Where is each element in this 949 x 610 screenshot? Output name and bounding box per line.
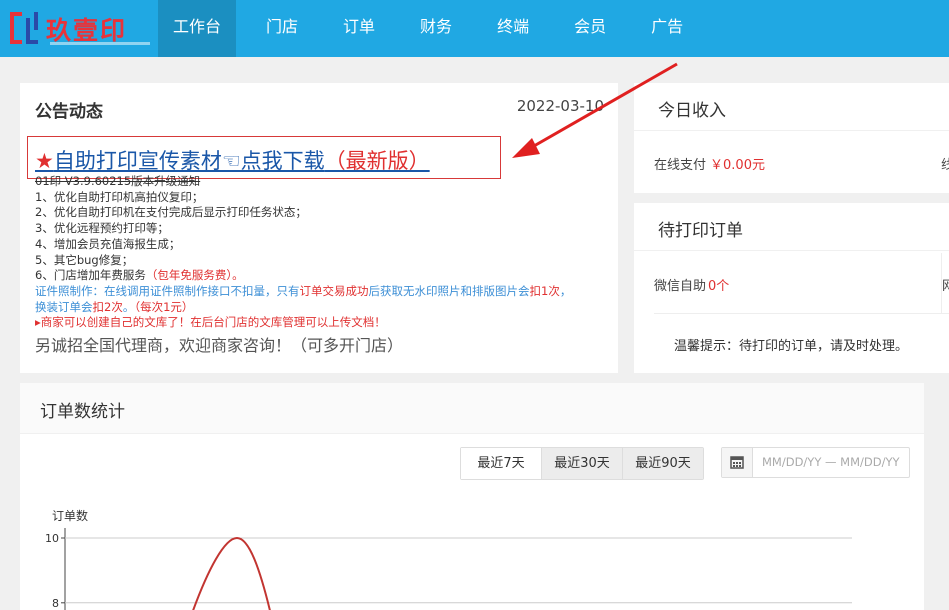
offline-payment-label-clipped: 线 bbox=[941, 158, 949, 173]
top-nav-bar: 玖壹印 工作台 门店 订单 财务 终端 会员 广告 bbox=[0, 0, 949, 57]
list-item: 2、优化自助打印机在支付完成后显示打印任务状态； bbox=[35, 205, 307, 220]
nav-item-members[interactable]: 会员 bbox=[559, 0, 621, 57]
id-photo-text: 。 bbox=[122, 299, 135, 314]
id-photo-notice: 换装订单会扣2次。（每次1元） bbox=[35, 300, 571, 316]
list-item: 1、优化自助打印机高拍仪复印； bbox=[35, 189, 204, 204]
brand-logo[interactable]: 玖壹印 bbox=[8, 9, 160, 49]
agent-recruit-text: 另诚招全国代理商，欢迎商家咨询！（可多开门店） bbox=[35, 336, 404, 355]
download-link-text: 自助打印宣传素材☜点我下载 bbox=[53, 149, 325, 173]
nav-item-terminals[interactable]: 终端 bbox=[482, 0, 544, 57]
version-notice: 01印 V3.9.60215版本升级通知 bbox=[35, 174, 201, 188]
latest-version-label: （最新版） bbox=[324, 149, 430, 173]
announcement-title: 公告动态 bbox=[35, 102, 103, 122]
list-item-text: 6、门店增加年费服务 bbox=[35, 268, 146, 283]
wechat-self-service-row[interactable]: 微信自助 0个 bbox=[654, 275, 729, 294]
today-income-card: 今日收入 在线支付 ￥0.00元 线 bbox=[634, 83, 949, 193]
nav-item-finance[interactable]: 财务 bbox=[405, 0, 467, 57]
pending-tip: 温馨提示：待打印的订单，请及时处理。 bbox=[674, 339, 909, 354]
divider bbox=[654, 313, 949, 314]
nav-item-ads[interactable]: 广告 bbox=[636, 0, 698, 57]
pending-title: 待打印订单 bbox=[658, 221, 743, 241]
date-range-picker[interactable]: MM/DD/YY — MM/DD/YY bbox=[721, 447, 910, 478]
series-line bbox=[192, 536, 271, 610]
list-item: 3、优化远程预约打印等； bbox=[35, 221, 169, 236]
id-photo-highlight: （每次1元） bbox=[134, 299, 194, 314]
logo-icon bbox=[10, 12, 38, 44]
y-tick-label: 10 bbox=[45, 532, 59, 545]
id-photo-highlight: 扣1次 bbox=[529, 283, 560, 298]
id-photo-text: 换装订单会 bbox=[35, 299, 93, 314]
income-title: 今日收入 bbox=[658, 101, 726, 121]
y-tick-label: 8 bbox=[52, 597, 59, 610]
wechat-self-service-label: 微信自助 bbox=[654, 279, 707, 294]
range-button-group: 最近7天 最近30天 最近90天 bbox=[460, 447, 704, 480]
online-payment-amount: ￥0.00元 bbox=[710, 158, 765, 173]
stats-header: 订单数统计 bbox=[20, 383, 924, 434]
pending-print-card: 待打印订单 微信自助 0个 网 温馨提示：待打印的订单，请及时处理。 bbox=[634, 203, 949, 373]
calendar-icon[interactable] bbox=[722, 448, 753, 477]
list-item: 6、门店增加年费服务（包年免服务费）。 bbox=[35, 268, 571, 284]
main-nav: 工作台 门店 订单 财务 终端 会员 广告 bbox=[158, 0, 713, 57]
nav-item-stores[interactable]: 门店 bbox=[251, 0, 313, 57]
announcement-date: 2022-03-10 bbox=[516, 97, 604, 115]
announcement-body: 01印 V3.9.60215版本升级通知 1、优化自助打印机高拍仪复印； 2、优… bbox=[35, 174, 571, 331]
list-item: 5、其它bug修复； bbox=[35, 252, 134, 267]
list-item: 4、增加会员充值海报生成； bbox=[35, 236, 181, 251]
announcement-card: 公告动态 2022-03-10 ★自助打印宣传素材☜点我下载（最新版） 01印 … bbox=[20, 83, 618, 373]
range-30-days-button[interactable]: 最近30天 bbox=[541, 448, 622, 479]
order-stats-card: 订单数统计 最近7天 最近30天 最近90天 MM/DD/YY — MM/DD/… bbox=[20, 383, 924, 610]
id-photo-text: ， bbox=[559, 283, 572, 298]
web-orders-label-clipped: 网 bbox=[942, 279, 949, 294]
star-icon: ★ bbox=[35, 149, 54, 173]
id-photo-text: 证件照制作：在线调用证件照制作接口不扣量，只有 bbox=[35, 283, 300, 298]
divider bbox=[634, 250, 949, 251]
range-7-days-button[interactable]: 最近7天 bbox=[461, 448, 541, 479]
nav-item-orders[interactable]: 订单 bbox=[328, 0, 390, 57]
library-notice: ▸商家可以创建自己的文库了！在后台门店的文库管理可以上传文档！ bbox=[35, 315, 386, 330]
download-materials-link[interactable]: ★自助打印宣传素材☜点我下载（最新版） bbox=[35, 145, 430, 175]
divider bbox=[634, 130, 949, 131]
online-payment-row: 在线支付 ￥0.00元 bbox=[654, 154, 765, 173]
y-axis-label: 订单数 bbox=[52, 508, 88, 523]
order-count-chart: 订单数 8 10 bbox=[45, 508, 852, 610]
online-payment-label: 在线支付 bbox=[654, 158, 707, 173]
id-photo-text: 后获取无水印照片和排版图片会 bbox=[368, 283, 530, 298]
date-range-input[interactable]: MM/DD/YY — MM/DD/YY bbox=[762, 455, 900, 469]
id-photo-highlight: 扣2次 bbox=[92, 299, 123, 314]
wechat-self-service-count: 0个 bbox=[708, 279, 730, 294]
range-90-days-button[interactable]: 最近90天 bbox=[622, 448, 703, 479]
logo-tagline bbox=[50, 42, 150, 45]
stats-title: 订单数统计 bbox=[40, 402, 125, 422]
annual-fee-note: （包年免服务费）。 bbox=[145, 268, 244, 283]
nav-item-workbench[interactable]: 工作台 bbox=[158, 0, 237, 57]
id-photo-highlight: 订单交易成功 bbox=[299, 283, 369, 298]
id-photo-notice: 证件照制作：在线调用证件照制作接口不扣量，只有订单交易成功后获取无水印照片和排版… bbox=[35, 284, 571, 300]
